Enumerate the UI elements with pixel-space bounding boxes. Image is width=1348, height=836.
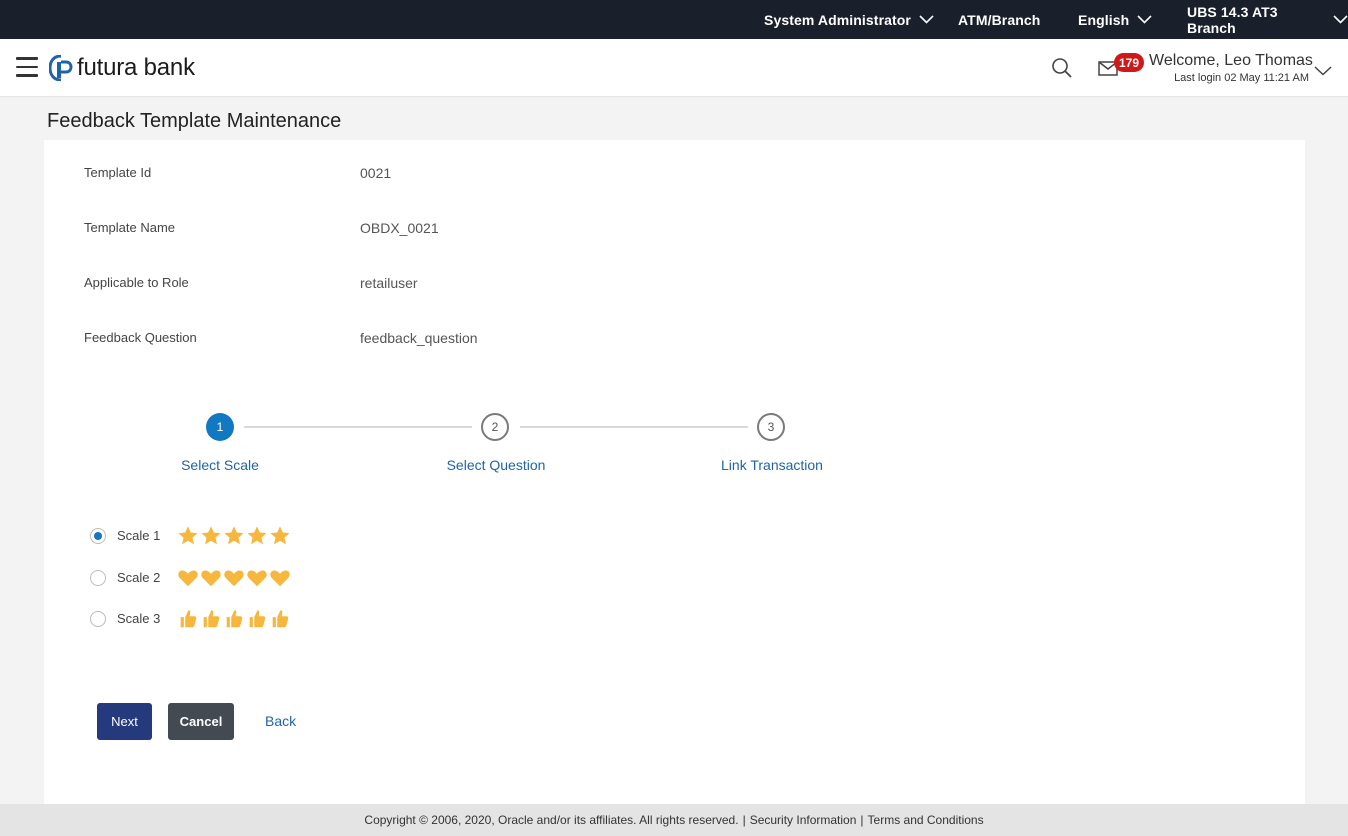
scale-label: Scale 2 <box>117 570 161 585</box>
scale-option[interactable]: Scale 2 <box>90 566 291 589</box>
heart-icon <box>245 566 268 589</box>
star-icon <box>268 524 291 547</box>
feedback-question-label: Feedback Question <box>84 330 197 345</box>
welcome-text[interactable]: Welcome, Leo Thomas <box>1149 52 1313 70</box>
footer-separator: | <box>742 813 746 827</box>
atm-branch-label: ATM/Branch <box>958 11 1041 28</box>
scale-2-radio[interactable] <box>90 569 106 586</box>
step-3-label[interactable]: Link Transaction <box>692 457 852 473</box>
scale-3-icons <box>176 607 291 630</box>
role-dropdown[interactable]: System Administrator <box>764 0 934 39</box>
logo-text: futura bank <box>77 54 195 81</box>
step-2-indicator[interactable]: 2 <box>481 413 509 441</box>
thumbs-up-icon <box>222 607 245 630</box>
back-link[interactable]: Back <box>265 713 296 729</box>
footer-separator: | <box>860 813 864 827</box>
template-name-label: Template Name <box>84 220 176 235</box>
step-connector <box>520 426 748 428</box>
step-connector <box>244 426 472 428</box>
cancel-button[interactable]: Cancel <box>168 703 234 740</box>
thumbs-up-icon <box>268 607 291 630</box>
search-icon[interactable] <box>1051 57 1073 79</box>
page-title: Feedback Template Maintenance <box>47 110 342 132</box>
template-id-value: 0021 <box>360 165 392 181</box>
template-id-label: Template Id <box>84 165 152 180</box>
header: futura bank 179 Welcome, Leo Thomas Last… <box>0 39 1348 97</box>
template-name-value: OBDX_0021 <box>360 220 439 236</box>
thumbs-up-icon <box>245 607 268 630</box>
bank-logo[interactable]: futura bank <box>49 54 195 82</box>
scale-option[interactable]: Scale 3 <box>90 607 291 630</box>
hamburger-menu-icon[interactable] <box>16 57 38 77</box>
chevron-down-icon <box>1137 15 1152 24</box>
notification-badge[interactable]: 179 <box>1114 53 1145 72</box>
step-1-indicator[interactable]: 1 <box>206 413 234 441</box>
scale-2-icons <box>176 566 291 589</box>
applicable-role-value: retailuser <box>360 275 418 291</box>
footer: Copyright © 2006, 2020, Oracle and/or it… <box>0 804 1348 836</box>
heart-icon <box>268 566 291 589</box>
copyright-text: Copyright © 2006, 2020, Oracle and/or it… <box>364 813 739 827</box>
chevron-down-icon <box>919 15 934 24</box>
step-1-label[interactable]: Select Scale <box>140 457 300 473</box>
scale-3-radio[interactable] <box>90 610 106 627</box>
heart-icon <box>176 566 199 589</box>
futura-logo-icon <box>49 55 73 81</box>
step-3-indicator[interactable]: 3 <box>757 413 785 441</box>
scale-label: Scale 3 <box>117 611 161 626</box>
scale-option[interactable]: Scale 1 <box>90 524 291 547</box>
step-2-label[interactable]: Select Question <box>416 457 576 473</box>
next-button[interactable]: Next <box>97 703 152 740</box>
chevron-down-icon[interactable] <box>1314 63 1332 81</box>
heart-icon <box>199 566 222 589</box>
scale-1-icons <box>176 524 291 547</box>
language-dropdown[interactable]: English <box>1078 0 1152 39</box>
star-icon <box>176 524 199 547</box>
terms-and-conditions-link[interactable]: Terms and Conditions <box>868 813 984 827</box>
branch-label: UBS 14.3 AT3 Branch <box>1187 3 1278 36</box>
star-icon <box>199 524 222 547</box>
applicable-role-label: Applicable to Role <box>84 275 189 290</box>
thumbs-up-icon <box>199 607 222 630</box>
feedback-question-value: feedback_question <box>360 330 478 346</box>
top-bar: System Administrator ATM/Branch English … <box>0 0 1348 39</box>
atm-branch-link[interactable]: ATM/Branch <box>958 0 1040 39</box>
branch-dropdown[interactable]: UBS 14.3 AT3 Branch <box>1187 0 1348 39</box>
thumbs-up-icon <box>176 607 199 630</box>
last-login-text: Last login 02 May 11:21 AM <box>1174 72 1309 84</box>
scale-label: Scale 1 <box>117 528 161 543</box>
star-icon <box>245 524 268 547</box>
role-label: System Administrator <box>764 11 911 28</box>
heart-icon <box>222 566 245 589</box>
language-label: English <box>1078 11 1130 28</box>
scale-1-radio[interactable] <box>90 527 106 544</box>
chevron-down-icon <box>1333 15 1348 24</box>
security-information-link[interactable]: Security Information <box>750 813 857 827</box>
star-icon <box>222 524 245 547</box>
